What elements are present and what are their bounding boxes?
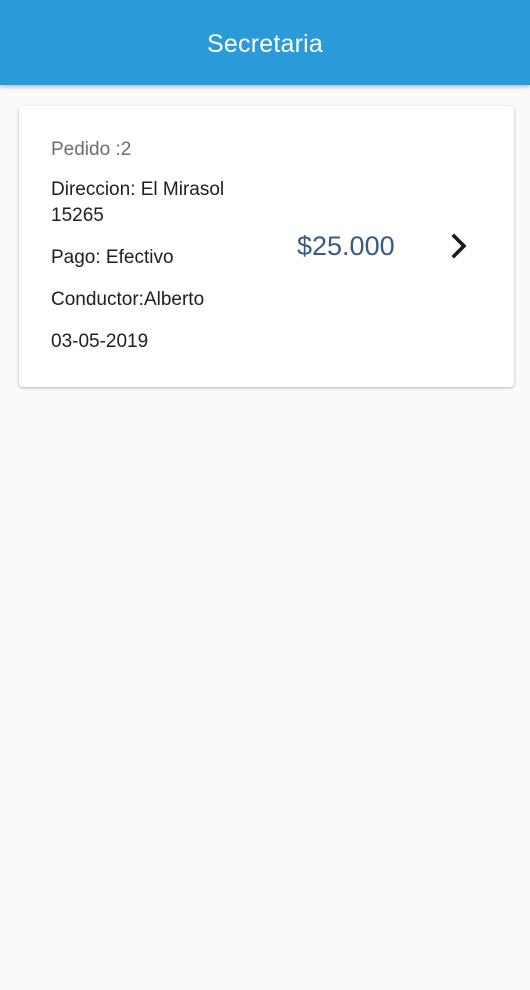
- order-price: $25.000: [297, 231, 395, 261]
- order-driver: Conductor:Alberto: [51, 289, 205, 310]
- order-address-line-1: Direccion: El Mirasol: [51, 179, 225, 200]
- app-bar: Secretaria: [0, 0, 530, 85]
- chevron-right-icon[interactable]: [447, 228, 471, 264]
- order-card[interactable]: Pedido :2 Direccion: El Mirasol 15265 Pa…: [19, 106, 514, 387]
- app-bar-title: Secretaria: [207, 30, 323, 58]
- order-date: 03-05-2019: [51, 331, 149, 352]
- order-details: Pedido :2 Direccion: El Mirasol 15265 Pa…: [51, 136, 261, 371]
- order-address: Direccion: El Mirasol 15265: [51, 177, 261, 229]
- order-address-line-2: 15265: [51, 205, 104, 226]
- order-id: Pedido :2: [51, 139, 132, 160]
- order-payment: Pago: Efectivo: [51, 247, 174, 268]
